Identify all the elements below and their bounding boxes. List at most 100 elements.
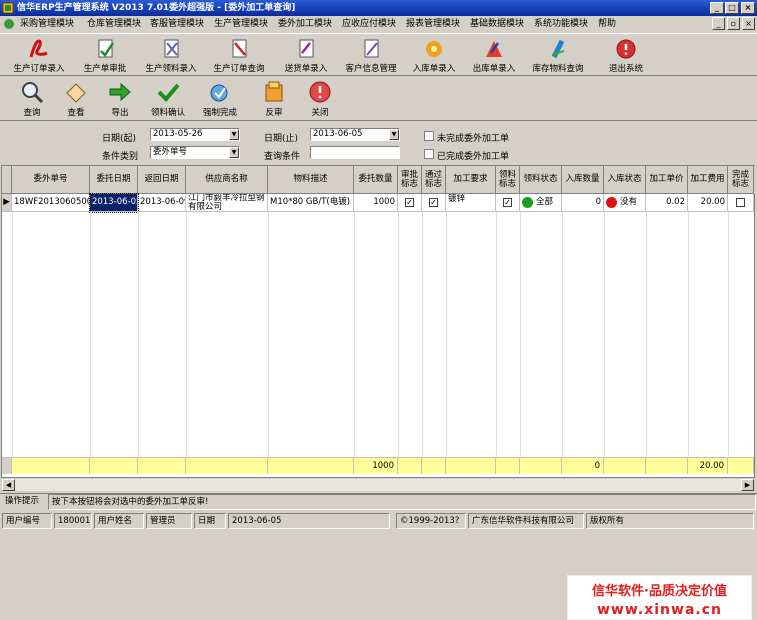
col-qty[interactable]: 委托数量 [354,166,398,194]
condition-type-select[interactable]: 委外单号 ▼ [150,146,240,159]
menu-reports[interactable]: 报表管理模块 [406,16,460,32]
col-supplier[interactable]: 供应商名称 [186,166,268,194]
customer-icon [364,39,379,58]
horizontal-scrollbar[interactable]: ◀ ▶ [1,478,755,492]
menu-basedata[interactable]: 基础数据模块 [470,16,524,32]
cell-entrust-date[interactable]: 2013-06-05 [89,193,139,213]
cell-return-date[interactable]: 2013-06-09 [138,194,186,212]
query-button[interactable]: 查询 [14,78,50,120]
query-condition-input[interactable] [310,146,400,159]
col-passed[interactable]: 通过标志 [422,166,446,194]
grid-line [604,212,605,457]
grid-line [90,212,91,457]
col-approved[interactable]: 审批标志 [398,166,422,194]
child-minimize-button[interactable]: _ [712,17,725,30]
close-button[interactable]: 关闭 [302,78,338,120]
magnifier-icon [22,82,44,104]
finished-label: 已完成委外加工单 [437,152,510,162]
finished-checkbox[interactable] [424,149,434,159]
date-from-picker[interactable]: 2013-05-26 ▼ [150,128,240,141]
completed-checkbox[interactable] [736,198,745,207]
export-button[interactable]: 导出 [102,78,138,120]
unfinished-checkbox[interactable] [424,131,434,141]
brand-watermark: 信华软件·品质决定价值 www.xinwa.cn [567,575,752,620]
child-restore-button[interactable]: ▫ [727,17,740,30]
cell-completed[interactable] [728,194,754,212]
cell-qty[interactable]: 1000 [354,194,398,212]
col-order-no[interactable]: 委外单号 [12,166,90,194]
cell-in-qty[interactable]: 0 [562,194,604,212]
passed-checkbox[interactable]: ✓ [429,198,438,207]
module-production-order-entry[interactable]: 生产订单录入 [8,35,70,75]
col-in-qty[interactable]: 入库数量 [562,166,604,194]
cell-passed[interactable]: ✓ [422,194,446,212]
module-stock-out-entry[interactable]: 出库单录入 [468,35,520,75]
approved-checkbox[interactable]: ✓ [405,198,414,207]
close-window-button[interactable]: × [741,2,755,14]
module-stock-in-entry[interactable]: 入库单录入 [408,35,460,75]
outsourcing-order-grid: 委外单号 委托日期 返回日期 供应商名称 物料描述 委托数量 审批标志 通过标志… [1,165,755,620]
menu-receivable[interactable]: 应收应付模块 [342,16,396,32]
cell-in-status[interactable]: 没有 [604,194,646,212]
total-cell [446,457,496,474]
grid-line [268,212,269,457]
stock-out-icon [486,41,502,57]
col-requirement[interactable]: 加工要求 [446,166,496,194]
col-material[interactable]: 物料描述 [268,166,354,194]
mdi-child-icon[interactable] [3,18,15,30]
menu-purchase[interactable]: 采购管理模块 [20,16,74,32]
col-pick-status[interactable]: 领料状态 [520,166,562,194]
unapprove-button[interactable]: 反审 [256,78,292,120]
chevron-down-icon[interactable]: ▼ [229,129,239,140]
unfinished-label: 未完成委外加工单 [437,134,510,144]
scroll-right-icon[interactable]: ▶ [741,479,754,491]
module-production-order-query[interactable]: 生产订单查询 [208,35,270,75]
cell-requirement[interactable]: 镀锌 [446,194,496,212]
col-unit-price[interactable]: 加工单价 [646,166,688,194]
module-inventory-query[interactable]: 库存物料查询 [528,35,588,75]
menu-warehouse[interactable]: 仓库管理模块 [87,16,141,32]
module-exit-system[interactable]: 退出系统 [604,35,648,75]
col-in-status[interactable]: 入库状态 [604,166,646,194]
menu-outsourcing[interactable]: 委外加工模块 [278,16,332,32]
menu-system[interactable]: 系统功能模块 [534,16,588,32]
col-picked[interactable]: 领料标志 [496,166,520,194]
grid-line [422,212,423,457]
module-customer-management[interactable]: 客户信息管理 [340,35,402,75]
cell-unit-price[interactable]: 0.02 [646,194,688,212]
cell-material[interactable]: M10*80 GB/T(电镀) [268,194,354,212]
menu-service[interactable]: 客服管理模块 [150,16,204,32]
cell-fee[interactable]: 20.00 [688,194,728,212]
module-pick-material-entry[interactable]: 生产领料录入 [140,35,202,75]
exit-icon [616,39,636,59]
user-no-label: 用户编号 [2,513,52,529]
col-fee[interactable]: 加工费用 [688,166,728,194]
col-entrust-date[interactable]: 委托日期 [90,166,138,194]
module-production-approval[interactable]: 生产单审批 [76,35,134,75]
rights: 版权所有 [586,513,754,529]
picked-checkbox[interactable]: ✓ [503,198,512,207]
totals-indicator [2,457,12,474]
scroll-left-icon[interactable]: ◀ [2,479,15,491]
cell-supplier[interactable]: 江门市毅丰冷拉型钢有限公司 [186,194,268,212]
maximize-button[interactable]: □ [725,2,739,14]
menu-bar: 采购管理模块 仓库管理模块 客服管理模块 生产管理模块 委外加工模块 应收应付模… [0,16,757,32]
cell-order-no[interactable]: 18WF20130605001 [12,194,90,212]
force-complete-button[interactable]: 强制完成 [198,78,242,120]
module-delivery-entry[interactable]: 送货单录入 [278,35,334,75]
menu-production[interactable]: 生产管理模块 [214,16,268,32]
date-to-picker[interactable]: 2013-06-05 ▼ [310,128,400,141]
chevron-down-icon[interactable]: ▼ [389,129,399,140]
menu-help[interactable]: 帮助 [598,16,616,32]
col-completed[interactable]: 完成标志 [728,166,754,194]
cell-approved[interactable]: ✓ [398,194,422,212]
child-close-button[interactable]: × [742,17,755,30]
chevron-down-icon[interactable]: ▼ [229,147,239,158]
cell-pick-status[interactable]: 全部 [520,194,562,212]
col-return-date[interactable]: 返回日期 [138,166,186,194]
pick-confirm-button[interactable]: 领料确认 [146,78,190,120]
cell-picked[interactable]: ✓ [496,194,520,212]
delivery-icon [299,39,314,58]
view-button[interactable]: 查看 [58,78,94,120]
minimize-button[interactable]: _ [710,2,724,14]
